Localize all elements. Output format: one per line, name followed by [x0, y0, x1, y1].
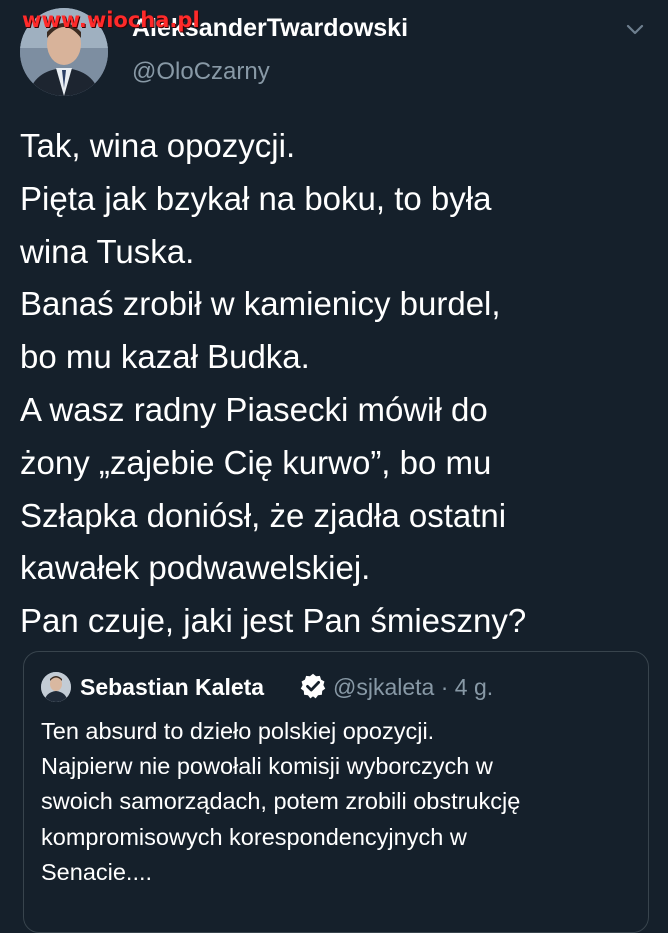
tweet-line: Pięta jak bzykał na boku, to była	[20, 179, 492, 217]
quoted-author-avatar[interactable]	[41, 672, 71, 702]
tweet-line: żony „zajebie Cię kurwo”, bo mu	[20, 443, 492, 481]
tweet-line: Tak, wina opozycji.	[20, 127, 296, 164]
tweet-line: kawałek podwawelskiej.	[20, 549, 371, 587]
tweet-line: Szłapka doniósł, że zjadła ostatni	[20, 496, 507, 534]
quoted-line: Ten absurd to dzieło polskiej opozycji.	[41, 718, 435, 744]
quoted-line: Senacie....	[41, 858, 153, 885]
author-handle[interactable]: @OloCzarny	[132, 58, 270, 86]
tweet-line: wina Tuska.	[20, 232, 195, 270]
tweet-line: bo mu kazał Budka.	[20, 338, 310, 376]
quoted-line: swoich samorządach, potem zrobili obstru…	[41, 788, 521, 815]
quoted-line: Najpierw nie powołali komisji wyborczych…	[41, 753, 493, 780]
tweet-line: A wasz radny Piasecki mówił do	[20, 390, 488, 428]
verified-badge-icon	[300, 673, 326, 699]
tweet-header: www.wiocha.pl AleksanderTwardowski @OloC…	[0, 0, 668, 110]
quoted-tweet-text: Ten absurd to dzieło polskiej opozycji. …	[41, 714, 641, 890]
tweet-line: Pan czuje, jaki jest Pan śmieszny?	[20, 602, 527, 640]
quoted-author-photo-icon	[41, 672, 71, 702]
quoted-tweet-card[interactable]: Sebastian Kaleta @sjkaleta · 4 g. Ten ab…	[23, 651, 649, 933]
quoted-line: kompromisowych korespondencyjnych w	[41, 823, 467, 850]
tweet-text: Tak, wina opozycji. Pięta jak bzykał na …	[20, 120, 660, 648]
quoted-author-name[interactable]: Sebastian Kaleta	[80, 674, 264, 701]
tweet-line: Banaś zrobił w kamienicy burdel,	[20, 285, 501, 323]
watermark: www.wiocha.pl	[22, 8, 200, 32]
chevron-down-icon[interactable]	[626, 24, 644, 36]
quoted-handle-time: @sjkaleta · 4 g.	[333, 674, 494, 700]
